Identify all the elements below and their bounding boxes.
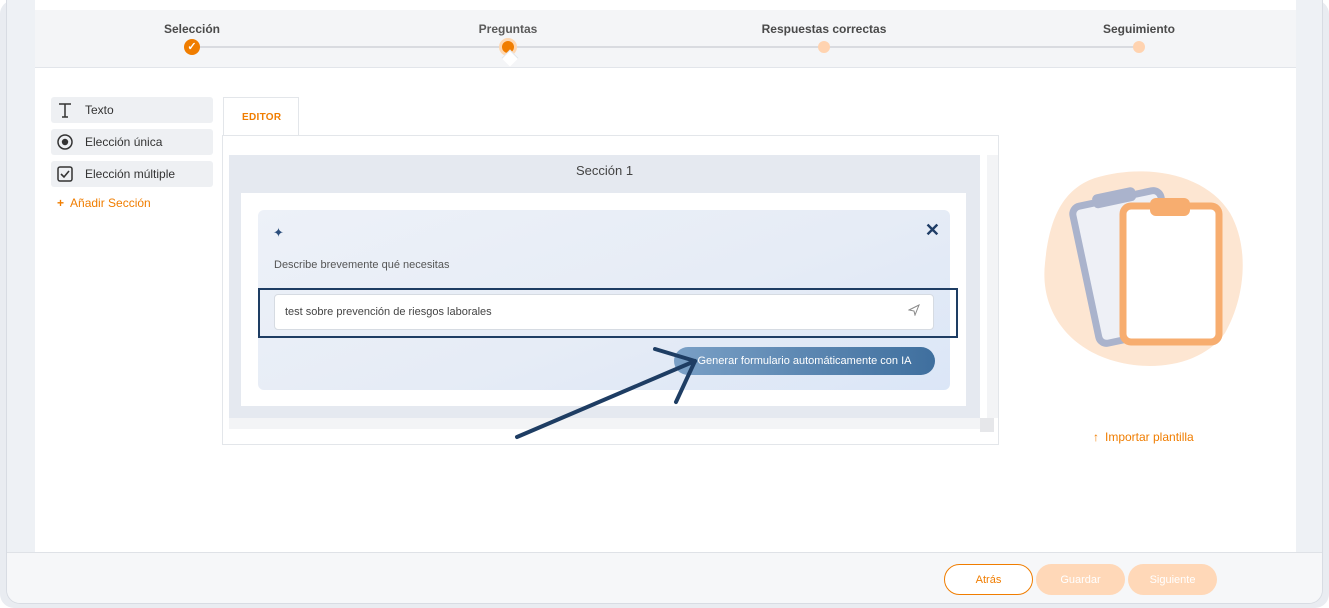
step-connector	[512, 46, 824, 48]
import-template-link[interactable]: ↑ Importar plantilla	[1093, 430, 1194, 444]
step-connector	[828, 46, 1142, 48]
step-label-seguimiento[interactable]: Seguimiento	[1103, 22, 1175, 36]
palette-item-eleccion-unica[interactable]: Elección única	[51, 129, 213, 155]
footer-bar: Atrás Guardar Siguiente	[7, 552, 1322, 603]
add-section-link[interactable]: + Añadir Sección	[57, 196, 151, 210]
back-button[interactable]: Atrás	[944, 564, 1033, 595]
save-button[interactable]: Guardar	[1036, 564, 1125, 595]
section-title: Sección 1	[575, 163, 634, 178]
app-window: Selección Preguntas Respuestas correctas…	[6, 0, 1323, 604]
step-label-respuestas[interactable]: Respuestas correctas	[762, 22, 887, 36]
radio-icon	[55, 132, 75, 152]
palette-item-texto[interactable]: Texto	[51, 97, 213, 123]
palette-item-eleccion-multiple[interactable]: Elección múltiple	[51, 161, 213, 187]
next-button[interactable]: Siguiente	[1128, 564, 1217, 595]
progress-stepper: Selección Preguntas Respuestas correctas…	[35, 10, 1296, 68]
palette-item-label: Elección múltiple	[85, 167, 176, 181]
plus-icon: +	[57, 196, 65, 210]
main-content: Selección Preguntas Respuestas correctas…	[35, 0, 1296, 552]
step-done-check-icon[interactable]: ✓	[184, 39, 200, 55]
checkbox-icon	[55, 164, 75, 184]
text-icon	[55, 100, 75, 120]
vertical-scrollbar[interactable]	[987, 155, 998, 418]
ai-prompt-input[interactable]: test sobre prevención de riesgos laboral…	[274, 294, 934, 330]
add-section-label: Añadir Sección	[70, 196, 151, 210]
step-pending-dot[interactable]	[1133, 41, 1145, 53]
tab-editor[interactable]: EDITOR	[223, 97, 299, 136]
palette-item-label: Texto	[85, 103, 114, 117]
scrollbar-corner	[980, 418, 994, 432]
step-label-preguntas[interactable]: Preguntas	[479, 22, 538, 36]
generate-ai-form-button[interactable]: Generar formulario automáticamente con I…	[674, 347, 935, 375]
step-pending-dot[interactable]	[818, 41, 830, 53]
send-icon[interactable]	[907, 303, 920, 319]
clipboard-illustration	[1035, 168, 1255, 378]
import-template-label: Importar plantilla	[1105, 430, 1194, 444]
close-icon[interactable]: ✕	[925, 220, 940, 241]
arrow-up-icon: ↑	[1093, 430, 1099, 444]
step-label-seleccion[interactable]: Selección	[164, 22, 220, 36]
step-connector	[198, 46, 508, 48]
sparkle-icon: ✦	[273, 225, 284, 240]
palette-item-label: Elección única	[85, 135, 163, 149]
app-frame: Selección Preguntas Respuestas correctas…	[0, 0, 1329, 608]
annotation-arrow	[515, 347, 697, 439]
describe-label: Describe brevemente qué necesitas	[274, 259, 450, 271]
